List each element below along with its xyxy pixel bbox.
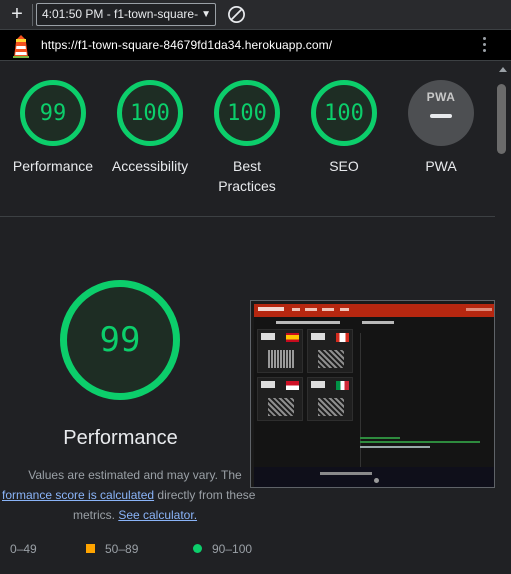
gauge-score: 99 — [20, 80, 86, 146]
thumbnail-site-body — [254, 317, 494, 467]
legend-pass-label: 90–100 — [212, 542, 253, 556]
pwa-badge-icon: PWA — [408, 80, 474, 146]
scrollbar-thumb[interactable] — [497, 84, 506, 154]
performance-note: Values are estimated and may vary. The f… — [0, 465, 270, 525]
gauge-score: 100 — [214, 80, 280, 146]
report-select-value: 4:01:50 PM - f1-town-square-8 — [42, 7, 198, 21]
pwa-badge-text: PWA — [426, 90, 456, 104]
scrollbar[interactable] — [495, 62, 511, 574]
score-calculated-link[interactable]: formance score is calculated — [2, 488, 154, 502]
gauge-label: SEO — [329, 158, 359, 174]
pwa-dash-icon — [430, 114, 452, 118]
report-toolbar: + 4:01:50 PM - f1-town-square-8 ▼ — [0, 0, 511, 30]
thumbnail-site-header — [254, 304, 494, 317]
url-bar: https://f1-town-square-84679fd1da34.hero… — [0, 30, 511, 61]
gauge-label: Accessibility — [111, 158, 189, 174]
section-divider — [0, 216, 495, 217]
legend-fail-label: 0–49 — [10, 542, 37, 556]
gauge-best-practices[interactable]: 100 Best Practices — [202, 80, 292, 196]
gauge-label: PWA — [425, 158, 457, 174]
gauge-performance[interactable]: 99 Performance — [8, 80, 98, 176]
gauge-pwa[interactable]: PWA PWA — [396, 80, 486, 176]
note-line-2-text: directly from these — [154, 488, 256, 502]
report-select[interactable]: 4:01:50 PM - f1-town-square-8 ▼ — [36, 3, 216, 26]
see-calculator-link[interactable]: See calculator. — [118, 508, 197, 522]
scroll-up-arrow-icon[interactable] — [499, 67, 507, 72]
gauge-score: 100 — [311, 80, 377, 146]
legend-pass: 90–100 — [193, 542, 252, 556]
gauge-label: Performance — [12, 158, 94, 174]
category-gauges: 99 Performance 100 Accessibility 100 Bes… — [0, 62, 495, 216]
note-line-1: Values are estimated and may vary. The — [28, 468, 242, 482]
performance-title: Performance — [63, 427, 178, 449]
green-circle-icon — [193, 544, 202, 553]
gauge-accessibility[interactable]: 100 Accessibility — [105, 80, 195, 176]
note-line-3: metrics. See calculator. — [0, 505, 270, 525]
gauge-seo[interactable]: 100 SEO — [299, 80, 389, 176]
final-screenshot-thumbnail[interactable] — [250, 300, 495, 488]
lighthouse-logo-icon — [13, 35, 29, 58]
caret-down-icon: ▼ — [201, 9, 211, 20]
note-line-3-text: metrics. — [72, 508, 119, 522]
thumbnail-site-footer — [254, 467, 494, 487]
legend-average: 50–89 — [86, 542, 138, 556]
score-legend: 0–49 50–89 90–100 — [0, 541, 495, 559]
block-icon[interactable] — [227, 5, 246, 24]
legend-average-label: 50–89 — [105, 542, 139, 556]
lighthouse-report-window: + 4:01:50 PM - f1-town-square-8 ▼ https:… — [0, 0, 511, 574]
performance-score-gauge: 99 — [60, 280, 180, 400]
page-url[interactable]: https://f1-town-square-84679fd1da34.hero… — [41, 38, 332, 52]
orange-square-icon — [86, 544, 95, 553]
toolbar-separator — [32, 4, 33, 26]
more-options-icon[interactable] — [480, 37, 488, 55]
gauge-label: Best Practices — [218, 158, 276, 194]
note-line-2: formance score is calculated directly fr… — [2, 485, 270, 505]
gauge-score: 100 — [117, 80, 183, 146]
legend-fail: 0–49 — [10, 542, 37, 556]
new-report-button[interactable]: + — [6, 4, 28, 26]
